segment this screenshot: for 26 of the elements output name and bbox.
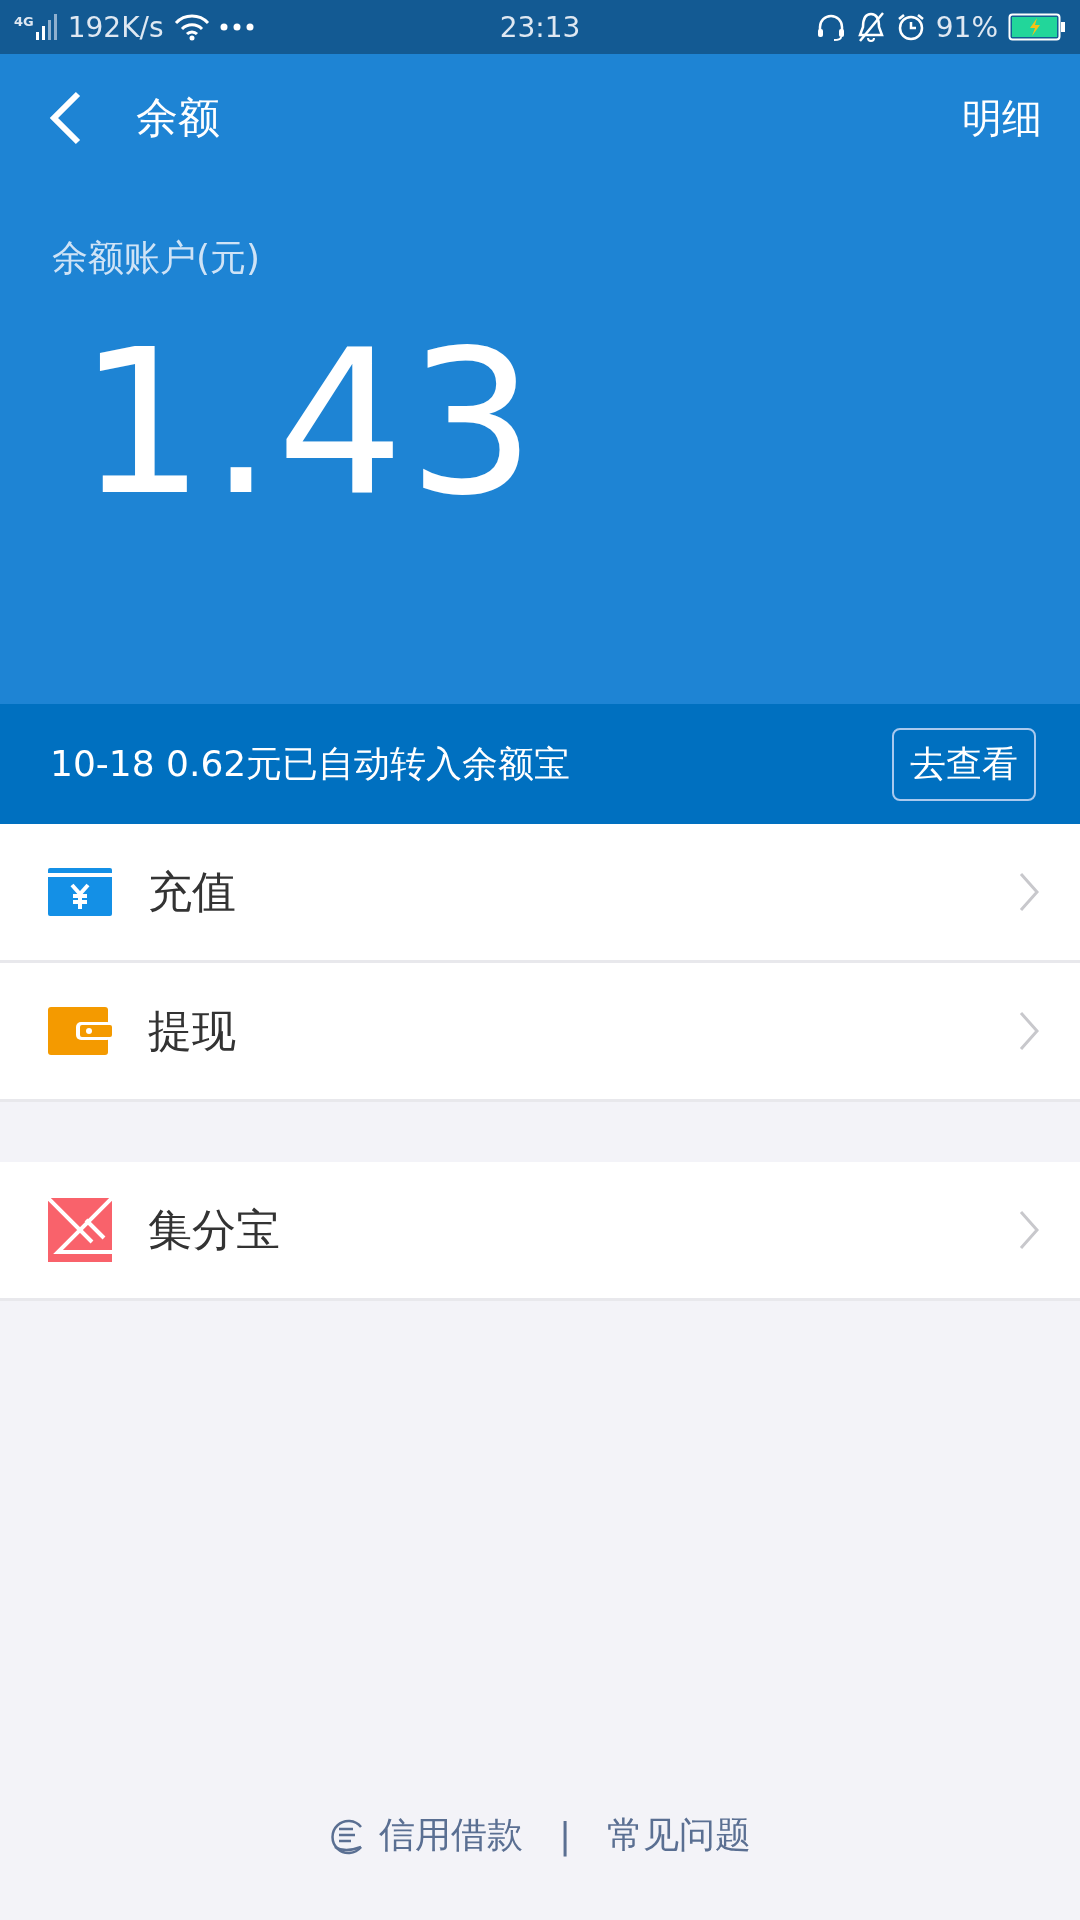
points-icon [48,1198,112,1262]
balance-label: 余额账户(元) [52,236,262,280]
clock: 23:13 [499,10,581,44]
muted-bell-icon [855,11,886,43]
card-yuan-icon [48,868,112,916]
notice-text: 10-18 0.62元已自动转入余额宝 [50,741,572,786]
view-button[interactable]: 去查看 [892,727,1036,801]
menu-item[interactable]: 充值 [0,824,1080,960]
chevron-icon [1018,1010,1040,1052]
wallet-icon [48,1007,112,1055]
menu-item[interactable]: 集分宝 [0,1162,1080,1298]
chevron-icon [1018,1209,1040,1251]
menu-item[interactable]: 提现 [0,963,1080,1099]
footer-link[interactable]: 信用借款 [378,1811,523,1860]
wifi-icon [173,13,210,41]
details-button[interactable]: 明细 [962,90,1042,146]
chevron-icon [1018,871,1040,913]
headset-icon [815,12,846,42]
more-icon [219,23,254,31]
footer-link[interactable]: 常见问题 [607,1811,752,1860]
balance-amount: 1.43 [78,323,541,523]
page-title: 余额 [136,92,221,144]
separator: | [558,1815,572,1856]
charging-battery-icon [1008,13,1066,41]
network-speed: 192K/s [67,10,164,44]
battery-percent: 91% [935,10,998,44]
